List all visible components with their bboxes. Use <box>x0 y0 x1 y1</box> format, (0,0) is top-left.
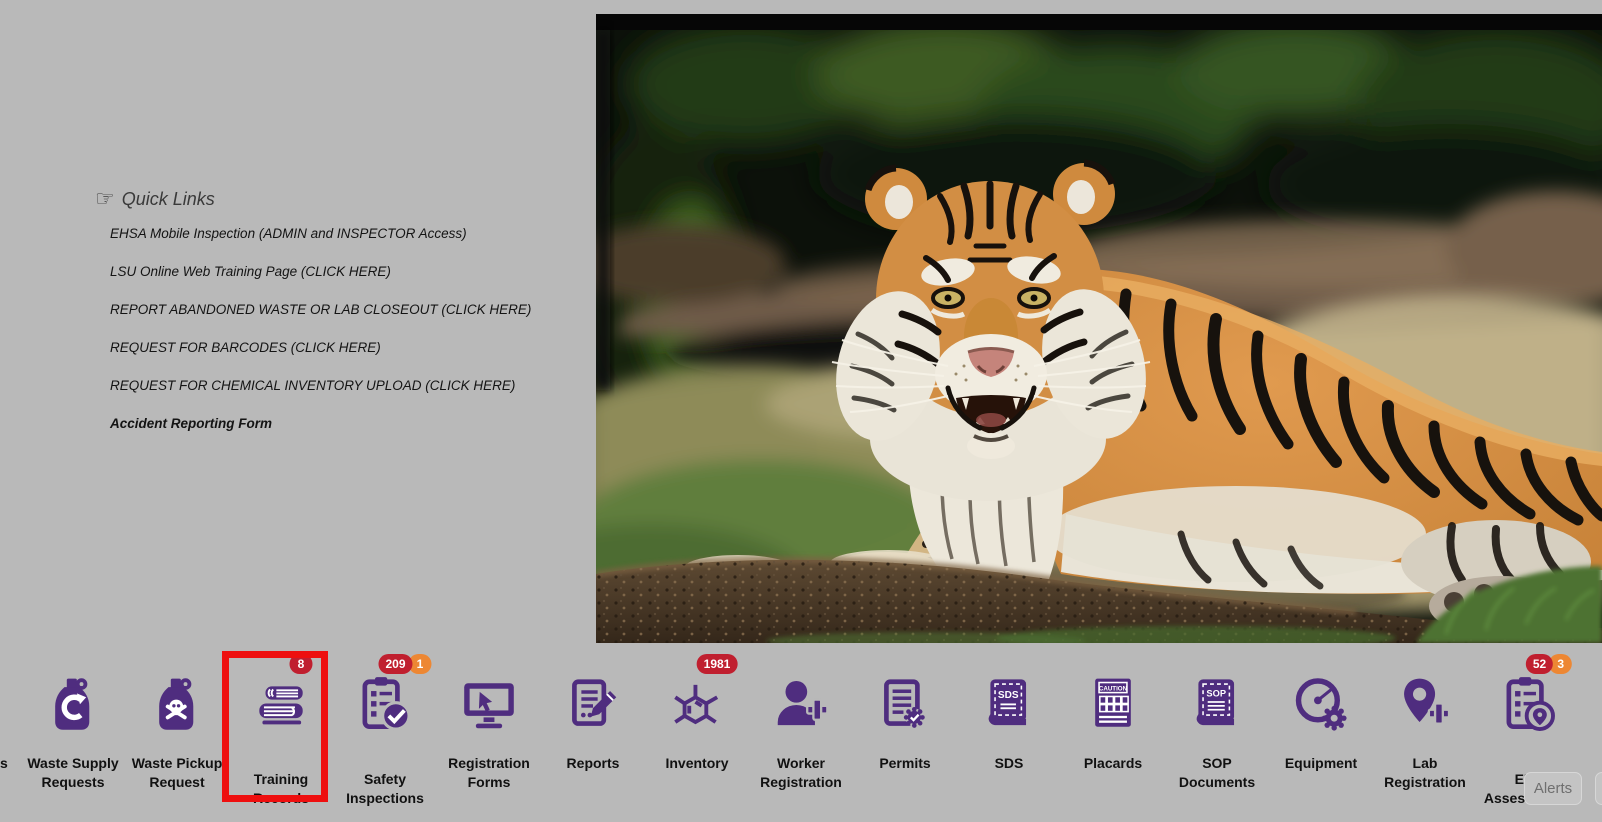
badge-count: 52 <box>1526 654 1553 674</box>
toolbar-item-label: Equipment <box>1285 754 1357 773</box>
gauge-gear-icon <box>1290 674 1352 736</box>
toolbar-iconwrap <box>749 650 853 736</box>
cutoff-item-label-fragment: s <box>0 755 8 771</box>
toolbar-item-label: Permits <box>879 754 930 773</box>
toolbar-iconwrap <box>125 650 229 736</box>
toolbar-iconwrap: 2091 <box>333 650 437 736</box>
toolbar-item-label: Training Records <box>229 770 333 808</box>
quick-links-title: Quick Links <box>122 189 215 210</box>
quick-link[interactable]: REQUEST FOR CHEMICAL INVENTORY UPLOAD (C… <box>110 379 635 393</box>
toolbar-item-reports[interactable]: Reports <box>541 650 645 808</box>
clipboard-check-icon <box>354 674 416 736</box>
tiger-illustration <box>596 14 1602 643</box>
partial-corner-button[interactable] <box>1595 772 1602 805</box>
toolbar-item-lab-registration[interactable]: Lab Registration <box>1373 650 1477 808</box>
toolbar-item-label: Waste Supply Requests <box>21 754 125 792</box>
svg-text:CAUTION: CAUTION <box>1099 685 1128 692</box>
toolbar-iconwrap: CAUTION <box>1061 650 1165 736</box>
molecule-icon <box>666 674 728 736</box>
quick-link[interactable]: REQUEST FOR BARCODES (CLICK HERE) <box>110 341 635 355</box>
toolbar-item-waste-pickup-request[interactable]: Waste Pickup Request <box>125 650 229 808</box>
toolbar-iconwrap <box>541 650 645 736</box>
toolbar-item-worker-registration[interactable]: Worker Registration <box>749 650 853 808</box>
caution-placard-icon: CAUTION <box>1082 674 1144 736</box>
badge-row: 523 <box>1526 654 1572 674</box>
document-pencil-icon <box>562 674 624 736</box>
toolbar-item-label: Inventory <box>665 754 728 773</box>
alerts-button-label: Alerts <box>1534 780 1572 797</box>
badge-count: 209 <box>378 654 412 674</box>
toolbar-iconwrap: SOP <box>1165 650 1269 736</box>
quick-link[interactable]: EHSA Mobile Inspection (ADMIN and INSPEC… <box>110 227 635 241</box>
sop-book-icon: SOP <box>1186 674 1248 736</box>
toolbar-item-inventory[interactable]: 1981 Inventory <box>645 650 749 808</box>
toolbar-iconwrap <box>1373 650 1477 736</box>
sds-book-icon: SDS <box>978 674 1040 736</box>
toolbar-item-permits[interactable]: Permits <box>853 650 957 808</box>
books-icon <box>250 674 312 736</box>
toolbar-iconwrap: 523 <box>1477 650 1581 736</box>
toolbar-item-label: Reports <box>567 754 620 773</box>
toolbar-iconwrap: 1981 <box>645 650 749 736</box>
waste-jug-skull-icon <box>146 674 208 736</box>
tiger-photo <box>596 14 1602 643</box>
toolbar-item-label: SDS <box>995 754 1024 773</box>
toolbar-item-label: Worker Registration <box>749 754 853 792</box>
toolbar-iconwrap: SDS <box>957 650 1061 736</box>
svg-text:SDS: SDS <box>998 690 1019 701</box>
document-seal-icon <box>874 674 936 736</box>
badge-count: 8 <box>290 654 313 674</box>
toolbar-item-label: Safety Inspections <box>333 770 437 808</box>
quick-link[interactable]: REPORT ABANDONED WASTE OR LAB CLOSEOUT (… <box>110 303 635 317</box>
toolbar-item-placards[interactable]: CAUTION Placards <box>1061 650 1165 808</box>
badge-row: 1981 <box>697 654 738 674</box>
quick-link[interactable]: Accident Reporting Form <box>110 417 635 431</box>
toolbar-iconwrap <box>853 650 957 736</box>
svg-text:SOP: SOP <box>1206 688 1226 698</box>
clipboard-pin-icon <box>1498 674 1560 736</box>
person-plus-icon <box>770 674 832 736</box>
toolbar-item-equipment[interactable]: Equipment <box>1269 650 1373 808</box>
toolbar-item-label: Waste Pickup Request <box>125 754 229 792</box>
quick-links-panel: ☞ Quick Links EHSA Mobile Inspection (AD… <box>95 188 635 455</box>
badge-row: 2091 <box>378 654 431 674</box>
toolbar-item-training-records[interactable]: 8 Training Records <box>229 650 333 808</box>
toolbar-item-sop-documents[interactable]: SOP SOP Documents <box>1165 650 1269 808</box>
badge-row: 8 <box>290 654 313 674</box>
map-pin-plus-icon <box>1394 674 1456 736</box>
monitor-cursor-icon <box>458 674 520 736</box>
toolbar-item-registration-forms[interactable]: Registration Forms <box>437 650 541 808</box>
quick-link[interactable]: LSU Online Web Training Page (CLICK HERE… <box>110 265 635 279</box>
hand-pointing-right-icon: ☞ <box>95 188 115 210</box>
toolbar-iconwrap <box>21 650 125 736</box>
toolbar-item-label: Placards <box>1084 754 1142 773</box>
quick-links-list: EHSA Mobile Inspection (ADMIN and INSPEC… <box>110 227 635 431</box>
quick-links-header: ☞ Quick Links <box>95 188 635 210</box>
toolbar-item-sds[interactable]: SDS SDS <box>957 650 1061 808</box>
badge-count: 1981 <box>697 654 738 674</box>
toolbar-item-safety-inspections[interactable]: 2091 Safety Inspections <box>333 650 437 808</box>
toolbar-iconwrap: 8 <box>229 650 333 736</box>
waste-jug-recycle-icon <box>42 674 104 736</box>
toolbar-iconwrap <box>1269 650 1373 736</box>
toolbar-item-label: SOP Documents <box>1165 754 1269 792</box>
module-toolbar: Waste Supply RequestsWaste Pickup Reques… <box>21 650 1581 808</box>
toolbar-iconwrap <box>437 650 541 736</box>
toolbar-item-waste-supply-requests[interactable]: Waste Supply Requests <box>21 650 125 808</box>
toolbar-item-label: Lab Registration <box>1373 754 1477 792</box>
alerts-button[interactable]: Alerts <box>1524 772 1582 805</box>
toolbar-item-label: Registration Forms <box>437 754 541 792</box>
